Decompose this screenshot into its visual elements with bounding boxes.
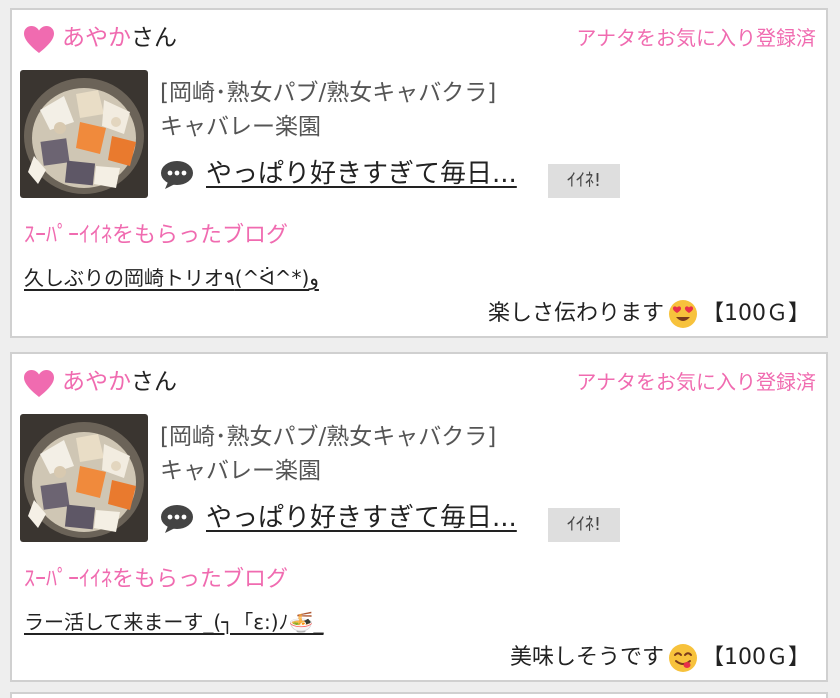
super-iine-label: ｽｰﾊﾟｰｲｲﾈをもらったブログ: [24, 223, 289, 248]
honorific: さん: [131, 369, 177, 395]
post-title-link[interactable]: やっぱり好きすぎて毎日...: [206, 500, 517, 536]
bonus-feed: あやかさん アナタをお気に入り登録済 [岡崎･熟女パブ/熟女キャバクラ] キャバ…: [0, 0, 840, 698]
points-badge: 【100Ｇ】: [702, 645, 810, 670]
yum-emoji-icon: [669, 644, 697, 672]
profile-thumbnail[interactable]: [20, 414, 148, 542]
blog-title-link[interactable]: ラー活して来まーす_(┐「ε:)ﾉ🍜_: [24, 607, 324, 637]
post-title-link[interactable]: やっぱり好きすぎて毎日...: [206, 156, 517, 192]
iine-button[interactable]: ｲｲﾈ!: [548, 164, 620, 198]
user-name-row: あやかさん: [62, 364, 177, 400]
feed-card: [10, 692, 828, 698]
speech-bubble-icon: [161, 161, 193, 189]
shop-category: [岡崎･熟女パブ/熟女キャバクラ]: [160, 424, 497, 450]
heart-icon: [24, 26, 54, 53]
comment-text: 楽しさ伝わります: [487, 301, 664, 326]
user-name-row: あやかさん: [62, 20, 177, 56]
user-name[interactable]: あやか: [62, 369, 131, 395]
heart-icon: [24, 370, 54, 397]
profile-thumbnail[interactable]: [20, 70, 148, 198]
blog-title-link[interactable]: 久しぶりの岡崎トリオ٩(^ᐛ^*)و: [24, 263, 319, 293]
iine-button[interactable]: ｲｲﾈ!: [548, 508, 620, 542]
points-badge: 【100Ｇ】: [702, 301, 810, 326]
heart-eyes-emoji-icon: [669, 300, 697, 328]
comment-row: 楽しさ伝わります 【100Ｇ】: [488, 296, 810, 332]
feed-card: あやかさん アナタをお気に入り登録済 [岡崎･熟女パブ/熟女キャバクラ] キャバ…: [10, 8, 828, 338]
comment-row: 美味しそうです 【100Ｇ】: [510, 640, 810, 676]
favorite-status: アナタをお気に入り登録済: [576, 370, 816, 394]
feed-card: あやかさん アナタをお気に入り登録済 [岡崎･熟女パブ/熟女キャバクラ] キャバ…: [10, 352, 828, 682]
super-iine-label: ｽｰﾊﾟｰｲｲﾈをもらったブログ: [24, 567, 289, 592]
honorific: さん: [131, 25, 177, 51]
favorite-status: アナタをお気に入り登録済: [576, 26, 816, 50]
comment-text: 美味しそうです: [509, 645, 664, 670]
shop-name[interactable]: キャバレー楽園: [160, 454, 321, 488]
shop-name[interactable]: キャバレー楽園: [160, 110, 321, 144]
user-name[interactable]: あやか: [62, 25, 131, 51]
shop-category: [岡崎･熟女パブ/熟女キャバクラ]: [160, 80, 497, 106]
speech-bubble-icon: [161, 505, 193, 533]
